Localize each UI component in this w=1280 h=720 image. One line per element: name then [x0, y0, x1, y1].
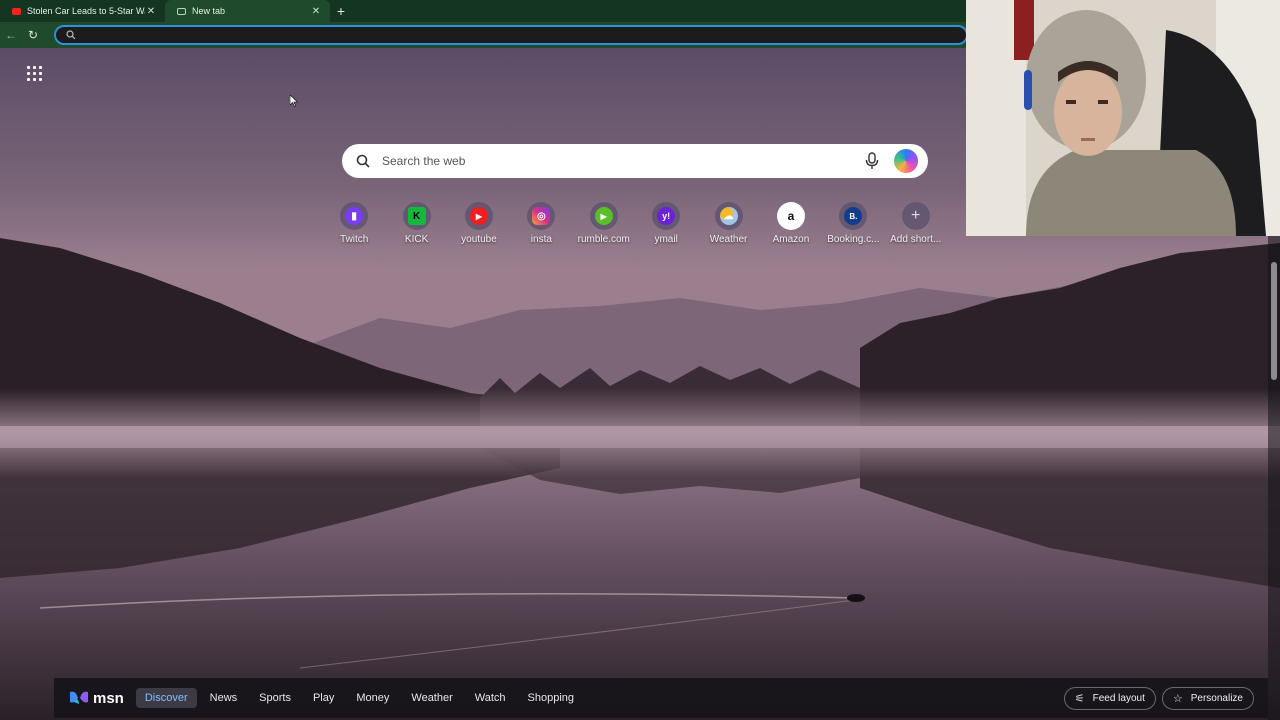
- shortcut-label: Add short...: [890, 234, 942, 245]
- shortcut-label: insta: [530, 234, 552, 245]
- twitch-icon: ▮: [345, 207, 364, 225]
- kick-icon: K: [407, 207, 426, 225]
- shortcut-label: Amazon: [772, 234, 810, 245]
- msn-tab-news[interactable]: News: [201, 688, 247, 708]
- yahoo-mail-icon: y!: [657, 207, 676, 225]
- apps-grid-icon[interactable]: [27, 66, 42, 81]
- reload-button[interactable]: ↻: [22, 24, 44, 46]
- msn-tab-shopping[interactable]: Shopping: [519, 688, 584, 708]
- msn-tab-discover[interactable]: Discover: [135, 688, 197, 708]
- mouse-cursor-icon: [290, 95, 298, 107]
- shortcuts-row: ▮ Twitch K KICK ▶ youtube ◎ insta ▶ rumb…: [323, 202, 947, 245]
- shortcut-add[interactable]: + Add short...: [885, 202, 947, 245]
- youtube-icon: ▶: [469, 207, 488, 225]
- shortcut-twitch[interactable]: ▮ Twitch: [323, 202, 385, 245]
- back-arrow-icon: ←: [5, 28, 17, 42]
- tab-youtube-video[interactable]: Stolen Car Leads to 5-Star Wanted ✕: [0, 0, 165, 22]
- address-input[interactable]: [84, 29, 884, 41]
- add-icon: +: [911, 207, 921, 224]
- reload-icon: ↻: [27, 28, 39, 42]
- shortcut-label: Booking.c...: [827, 234, 880, 245]
- tab-title: New tab: [192, 6, 226, 16]
- plus-icon: +: [336, 3, 346, 19]
- feed-layout-button[interactable]: ⚟ Feed layout: [1063, 686, 1156, 710]
- page-scrollbar[interactable]: [1268, 236, 1280, 720]
- address-bar[interactable]: [54, 25, 968, 45]
- shortcut-label: rumble.com: [577, 234, 630, 245]
- shortcut-label: KICK: [404, 234, 429, 245]
- msn-tab-watch[interactable]: Watch: [466, 688, 515, 708]
- shortcut-instagram[interactable]: ◎ insta: [510, 202, 572, 245]
- msn-tab-weather[interactable]: Weather: [402, 688, 461, 708]
- sliders-icon: ⚟: [1074, 692, 1085, 705]
- new-tab-favicon-icon: [177, 7, 186, 15]
- webcam-overlay: [966, 0, 1280, 236]
- instagram-icon: ◎: [532, 207, 551, 225]
- msn-logo[interactable]: msn: [68, 690, 124, 707]
- msn-nav-bar: msn Discover News Sports Play Money Weat…: [54, 678, 1268, 718]
- msn-logo-text: msn: [93, 689, 124, 707]
- shortcut-amazon[interactable]: a Amazon: [760, 202, 822, 245]
- msn-butterfly-icon: [70, 691, 88, 704]
- sparkle-star-icon: ☆: [1172, 692, 1183, 705]
- shortcut-booking[interactable]: B. Booking.c...: [822, 202, 884, 245]
- weather-icon: ☁: [719, 207, 738, 225]
- search-icon: [66, 30, 76, 40]
- back-button[interactable]: ←: [0, 24, 22, 46]
- search-icon: [356, 154, 370, 168]
- browser-toolbar: ← ↻: [0, 22, 968, 48]
- copilot-icon[interactable]: [894, 149, 918, 173]
- youtube-favicon-icon: [12, 7, 21, 15]
- shortcut-label: Weather: [709, 234, 748, 245]
- new-tab-button[interactable]: +: [330, 0, 352, 22]
- search-input[interactable]: [382, 154, 864, 168]
- close-tab-icon[interactable]: ✕: [145, 6, 157, 17]
- booking-icon: B.: [844, 207, 863, 225]
- web-search-box[interactable]: [342, 144, 928, 178]
- microphone-icon[interactable]: [864, 152, 880, 170]
- msn-tab-play[interactable]: Play: [304, 688, 343, 708]
- shortcut-kick[interactable]: K KICK: [385, 202, 447, 245]
- shortcut-label: ymail: [654, 234, 678, 245]
- shortcut-ymail[interactable]: y! ymail: [635, 202, 697, 245]
- shortcut-weather[interactable]: ☁ Weather: [697, 202, 759, 245]
- msn-tab-money[interactable]: Money: [347, 688, 398, 708]
- tab-new-tab[interactable]: New tab ✕: [165, 0, 330, 22]
- shortcut-label: Twitch: [340, 234, 369, 245]
- tab-title: Stolen Car Leads to 5-Star Wanted: [27, 6, 145, 16]
- scrollbar-thumb[interactable]: [1271, 262, 1277, 380]
- amazon-icon: a: [781, 207, 800, 225]
- personalize-label: Personalize: [1190, 692, 1243, 704]
- rumble-icon: ▶: [594, 207, 613, 225]
- shortcut-label: youtube: [461, 234, 497, 245]
- tab-bar: Stolen Car Leads to 5-Star Wanted ✕ New …: [0, 0, 966, 22]
- feed-layout-label: Feed layout: [1092, 692, 1145, 704]
- shortcut-youtube[interactable]: ▶ youtube: [448, 202, 510, 245]
- personalize-button[interactable]: ☆ Personalize: [1161, 686, 1254, 710]
- close-tab-icon[interactable]: ✕: [310, 6, 322, 17]
- shortcut-rumble[interactable]: ▶ rumble.com: [573, 202, 635, 245]
- msn-tab-sports[interactable]: Sports: [250, 688, 300, 708]
